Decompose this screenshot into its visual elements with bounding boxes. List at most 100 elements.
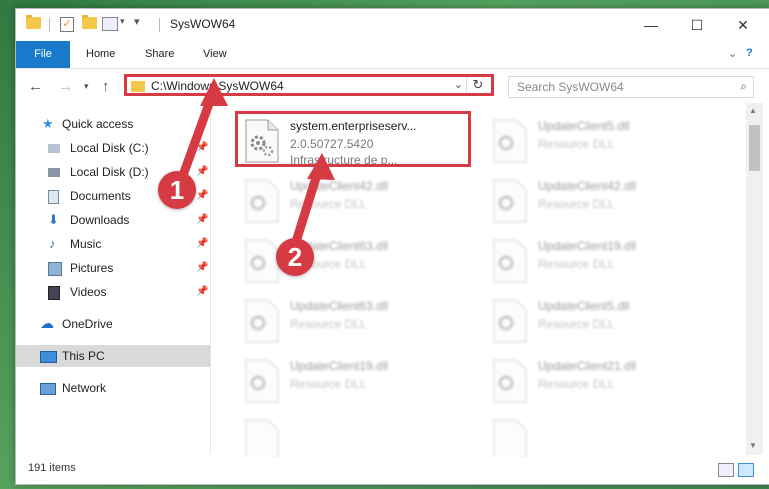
star-icon: ★ (42, 116, 54, 131)
dll-file-icon (245, 299, 279, 343)
file-name: UpdateClient42.dll (290, 179, 389, 193)
callout-step-1: 1 (158, 171, 196, 209)
file-type: Resource DLL (290, 377, 367, 391)
file-name: UpdateClient42.dll (538, 179, 637, 193)
status-bar: 191 items (16, 457, 769, 483)
file-name: UpdateClient21.dll (538, 359, 637, 373)
large-icons-view-icon[interactable] (738, 463, 754, 477)
chevron-down-icon[interactable]: ⌄ (454, 78, 463, 91)
file-tile[interactable]: UpdateClient63.dll Resource DLL (240, 293, 472, 353)
file-tile[interactable]: UpdateClient42.dll Resource DLL (488, 173, 720, 233)
tab-share[interactable]: Share (145, 41, 174, 68)
scrollbar-thumb[interactable] (749, 125, 760, 171)
file-tile[interactable]: UpdateClient19.dll Resource DLL (488, 233, 720, 293)
tab-file[interactable]: File (16, 41, 70, 68)
computer-icon (40, 351, 57, 363)
chevron-down-icon[interactable]: ⌄ (728, 47, 737, 60)
dll-file-icon (245, 239, 279, 283)
sidebar-item-label: Local Disk (C:) (70, 141, 149, 155)
customize-icon[interactable] (102, 17, 118, 31)
network-icon (40, 383, 56, 395)
callout-step-2: 2 (276, 238, 314, 276)
document-icon (48, 190, 59, 204)
pin-icon[interactable]: 📌 (196, 185, 208, 207)
refresh-icon[interactable]: ↻ (466, 77, 489, 93)
sidebar-item-pictures[interactable]: Pictures 📌 (16, 257, 210, 279)
quick-access-dropdown-icon[interactable]: ▾ (134, 15, 140, 28)
sidebar-item-local-disk-c[interactable]: Local Disk (C:) 📌 (16, 137, 210, 159)
pin-icon[interactable]: 📌 (196, 161, 208, 183)
close-button[interactable]: ✕ (720, 9, 766, 41)
search-icon[interactable]: ⌕ (740, 79, 747, 94)
chevron-down-icon[interactable]: ▾ (120, 16, 125, 27)
file-type: Resource DLL (538, 197, 615, 211)
tab-view[interactable]: View (203, 41, 227, 68)
file-tile[interactable]: UpdateClient5.dll Resource DLL (488, 113, 720, 173)
sidebar-item-videos[interactable]: Videos 📌 (16, 281, 210, 303)
back-arrow-icon[interactable]: ← (28, 78, 43, 95)
details-view-icon[interactable] (718, 463, 734, 477)
minimize-button[interactable]: — (628, 9, 674, 41)
search-input[interactable]: Search SysWOW64 ⌕ (508, 76, 754, 98)
file-explorer-window: ✓ ▾ ▾ SysWOW64 — ☐ ✕ File Home Share Vie… (15, 8, 769, 485)
sidebar-item-label: Pictures (70, 261, 114, 275)
pin-icon[interactable]: 📌 (196, 137, 208, 159)
file-name: UpdateClient19.dll (290, 359, 389, 373)
forward-arrow-icon[interactable]: → (58, 78, 73, 95)
pin-icon[interactable]: 📌 (196, 233, 208, 255)
sidebar-item-label: Network (62, 381, 107, 395)
ribbon: File Home Share View ⌄ ? (16, 41, 769, 69)
new-folder-icon[interactable] (82, 15, 97, 29)
sidebar-item-label: Quick access (62, 117, 134, 131)
sidebar-item-downloads[interactable]: ⬇ Downloads 📌 (16, 209, 210, 231)
help-icon[interactable]: ? (746, 47, 753, 59)
file-tile[interactable]: UpdateClient5.dll Resource DLL (488, 293, 720, 353)
search-placeholder: Search SysWOW64 (517, 80, 624, 94)
sidebar-item-label: Videos (70, 285, 107, 299)
folder-icon (26, 15, 41, 29)
dll-file-icon (493, 299, 527, 343)
divider (159, 18, 160, 32)
file-type: Resource DLL (290, 197, 367, 211)
dll-file-icon (493, 239, 527, 283)
address-path[interactable]: C:\Windows\SysWOW64 (151, 79, 284, 93)
file-type: Resource DLL (538, 317, 615, 331)
pane-divider[interactable] (210, 109, 211, 454)
sidebar-item-this-pc[interactable]: This PC (16, 345, 210, 367)
sidebar-item-music[interactable]: ♪ Music 📌 (16, 233, 210, 255)
file-type: Resource DLL (538, 377, 615, 391)
sidebar-item-onedrive[interactable]: ☁ OneDrive (16, 313, 210, 335)
file-type: Resource DLL (538, 137, 615, 151)
address-bar[interactable]: C:\Windows\SysWOW64 ⌄ ↻ (124, 74, 494, 96)
maximize-button[interactable]: ☐ (674, 9, 720, 41)
cloud-icon: ☁ (40, 315, 54, 331)
item-count: 191 items (28, 462, 76, 474)
file-type: Resource DLL (290, 317, 367, 331)
music-note-icon: ♪ (49, 236, 56, 251)
tab-home[interactable]: Home (86, 41, 115, 68)
film-icon (48, 286, 60, 300)
properties-icon[interactable]: ✓ (60, 17, 74, 32)
file-tile[interactable]: UpdateClient21.dll Resource DLL (488, 353, 720, 413)
dll-file-icon (493, 119, 527, 163)
scroll-up-arrow-icon[interactable]: ▲ (749, 106, 757, 115)
sidebar-item-network[interactable]: Network (16, 377, 210, 399)
drive-icon (48, 168, 60, 177)
pin-icon[interactable]: 📌 (196, 209, 208, 231)
divider (49, 18, 50, 32)
pin-icon[interactable]: 📌 (196, 281, 208, 303)
file-tile[interactable]: UpdateClient42.dll Resource DLL (240, 173, 472, 233)
pin-icon[interactable]: 📌 (196, 257, 208, 279)
navigation-pane: ★ Quick access Local Disk (C:) 📌 Local D… (16, 109, 210, 454)
sidebar-item-quick-access[interactable]: ★ Quick access (16, 113, 210, 135)
file-tile[interactable]: UpdateClient63.dll Resource DLL (240, 233, 472, 293)
file-name: UpdateClient5.dll (538, 299, 630, 313)
recent-locations-chevron-icon[interactable]: ▾ (84, 81, 89, 92)
dll-file-icon (493, 179, 527, 223)
file-tile[interactable]: UpdateClient19.dll Resource DLL (240, 353, 472, 413)
vertical-scrollbar[interactable]: ▲ ▼ (746, 103, 763, 455)
sidebar-item-label: Downloads (70, 213, 130, 227)
up-arrow-icon[interactable]: ↑ (102, 78, 110, 95)
scroll-down-arrow-icon[interactable]: ▼ (749, 441, 757, 450)
title-bar: ✓ ▾ ▾ SysWOW64 — ☐ ✕ (16, 9, 769, 41)
